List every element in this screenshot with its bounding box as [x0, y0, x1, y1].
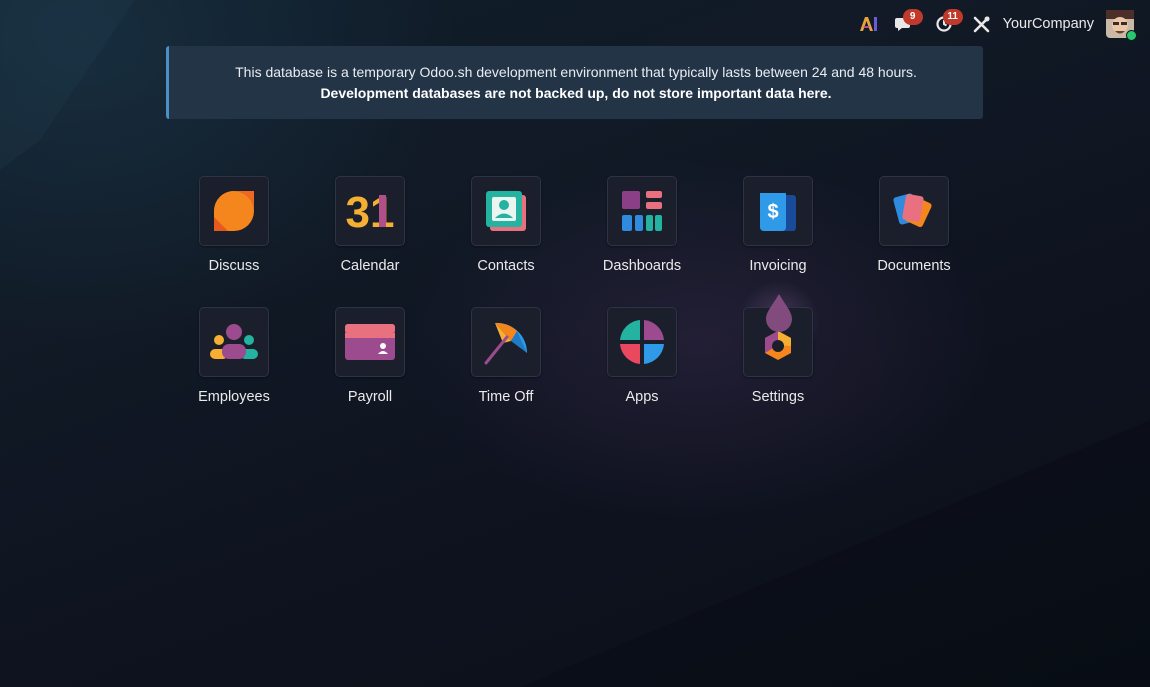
app-invoicing[interactable]: $ Invoicing [710, 176, 846, 296]
banner-line-2: Development databases are not backed up,… [320, 84, 832, 101]
app-label: Documents [877, 258, 951, 274]
app-dashboards[interactable]: Dashboards [574, 176, 710, 296]
invoicing-icon: $ [743, 176, 813, 246]
clock-icon[interactable]: 11 [931, 8, 963, 40]
documents-icon [879, 176, 949, 246]
app-label: Apps [625, 389, 659, 405]
payroll-icon [335, 307, 405, 377]
app-label: Payroll [347, 389, 393, 405]
app-calendar[interactable]: 31 Calendar [302, 176, 438, 296]
calendar-icon-text: 31 [346, 189, 394, 233]
activity-count-badge: 11 [942, 9, 963, 25]
app-payroll[interactable]: Payroll [302, 307, 438, 427]
app-label: Time Off [478, 389, 534, 405]
app-label: Dashboards [602, 258, 682, 274]
banner-line-1: This database is a temporary Odoo.sh dev… [235, 63, 917, 80]
app-label: Contacts [477, 258, 535, 274]
app-employees[interactable]: Employees [166, 307, 302, 427]
contacts-icon [471, 176, 541, 246]
app-documents[interactable]: Documents [846, 176, 982, 296]
systray: 9 11 YourCompany [857, 8, 1137, 41]
company-switcher[interactable]: YourCompany [1003, 8, 1094, 40]
app-label: Discuss [208, 258, 260, 274]
apps-icon [607, 307, 677, 377]
employees-icon [199, 307, 269, 377]
dev-environment-banner: This database is a temporary Odoo.sh dev… [166, 46, 983, 119]
wrench-screwdriver-icon[interactable] [971, 8, 993, 40]
discuss-icon [199, 176, 269, 246]
app-label: Settings [751, 389, 805, 405]
app-label: Calendar [340, 258, 400, 274]
app-apps[interactable]: Apps [574, 307, 710, 427]
invoicing-icon-text: $ [767, 201, 778, 223]
chat-count-badge: 9 [902, 9, 923, 25]
avatar[interactable] [1106, 10, 1137, 41]
app-label: Employees [198, 389, 270, 405]
drop-indicator-icon [766, 294, 792, 332]
ai-icon[interactable] [857, 8, 881, 40]
app-time-off[interactable]: Time Off [438, 307, 574, 427]
chat-icon[interactable]: 9 [891, 8, 923, 40]
app-discuss[interactable]: Discuss [166, 176, 302, 296]
presence-indicator [1126, 30, 1137, 41]
app-contacts[interactable]: Contacts [438, 176, 574, 296]
app-label: Invoicing [749, 258, 807, 274]
calendar-icon: 31 [335, 176, 405, 246]
time-off-icon [471, 307, 541, 377]
dashboards-icon [607, 176, 677, 246]
